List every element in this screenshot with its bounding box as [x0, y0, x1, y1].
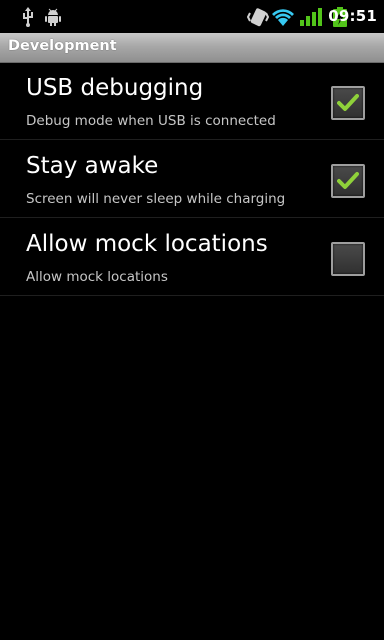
status-clock: 09:51	[328, 7, 377, 25]
vibrate-icon	[247, 8, 269, 27]
usb-debugging-checkbox[interactable]	[331, 86, 365, 120]
allow-mock-locations-checkbox[interactable]	[331, 242, 365, 276]
pref-summary: Screen will never sleep while charging	[26, 191, 286, 207]
status-bar: 09:51	[0, 0, 384, 33]
signal-icon	[300, 8, 322, 26]
pref-allow-mock-locations[interactable]: Allow mock locations Allow mock location…	[0, 218, 384, 296]
usb-icon	[23, 7, 33, 27]
android-debug-icon	[45, 8, 61, 26]
pref-usb-debugging[interactable]: USB debugging Debug mode when USB is con…	[0, 62, 384, 140]
stay-awake-checkbox[interactable]	[331, 164, 365, 198]
pref-title: USB debugging	[26, 75, 204, 101]
pref-title: Allow mock locations	[26, 231, 268, 257]
title-bar: Development	[0, 33, 384, 63]
preference-list: USB debugging Debug mode when USB is con…	[0, 62, 384, 296]
pref-summary: Allow mock locations	[26, 269, 168, 285]
pref-stay-awake[interactable]: Stay awake Screen will never sleep while…	[0, 140, 384, 218]
checkmark-icon	[337, 172, 359, 189]
pref-title: Stay awake	[26, 153, 159, 179]
wifi-icon	[272, 9, 294, 26]
page-title: Development	[8, 38, 117, 54]
checkmark-icon	[337, 94, 359, 111]
pref-summary: Debug mode when USB is connected	[26, 113, 276, 129]
